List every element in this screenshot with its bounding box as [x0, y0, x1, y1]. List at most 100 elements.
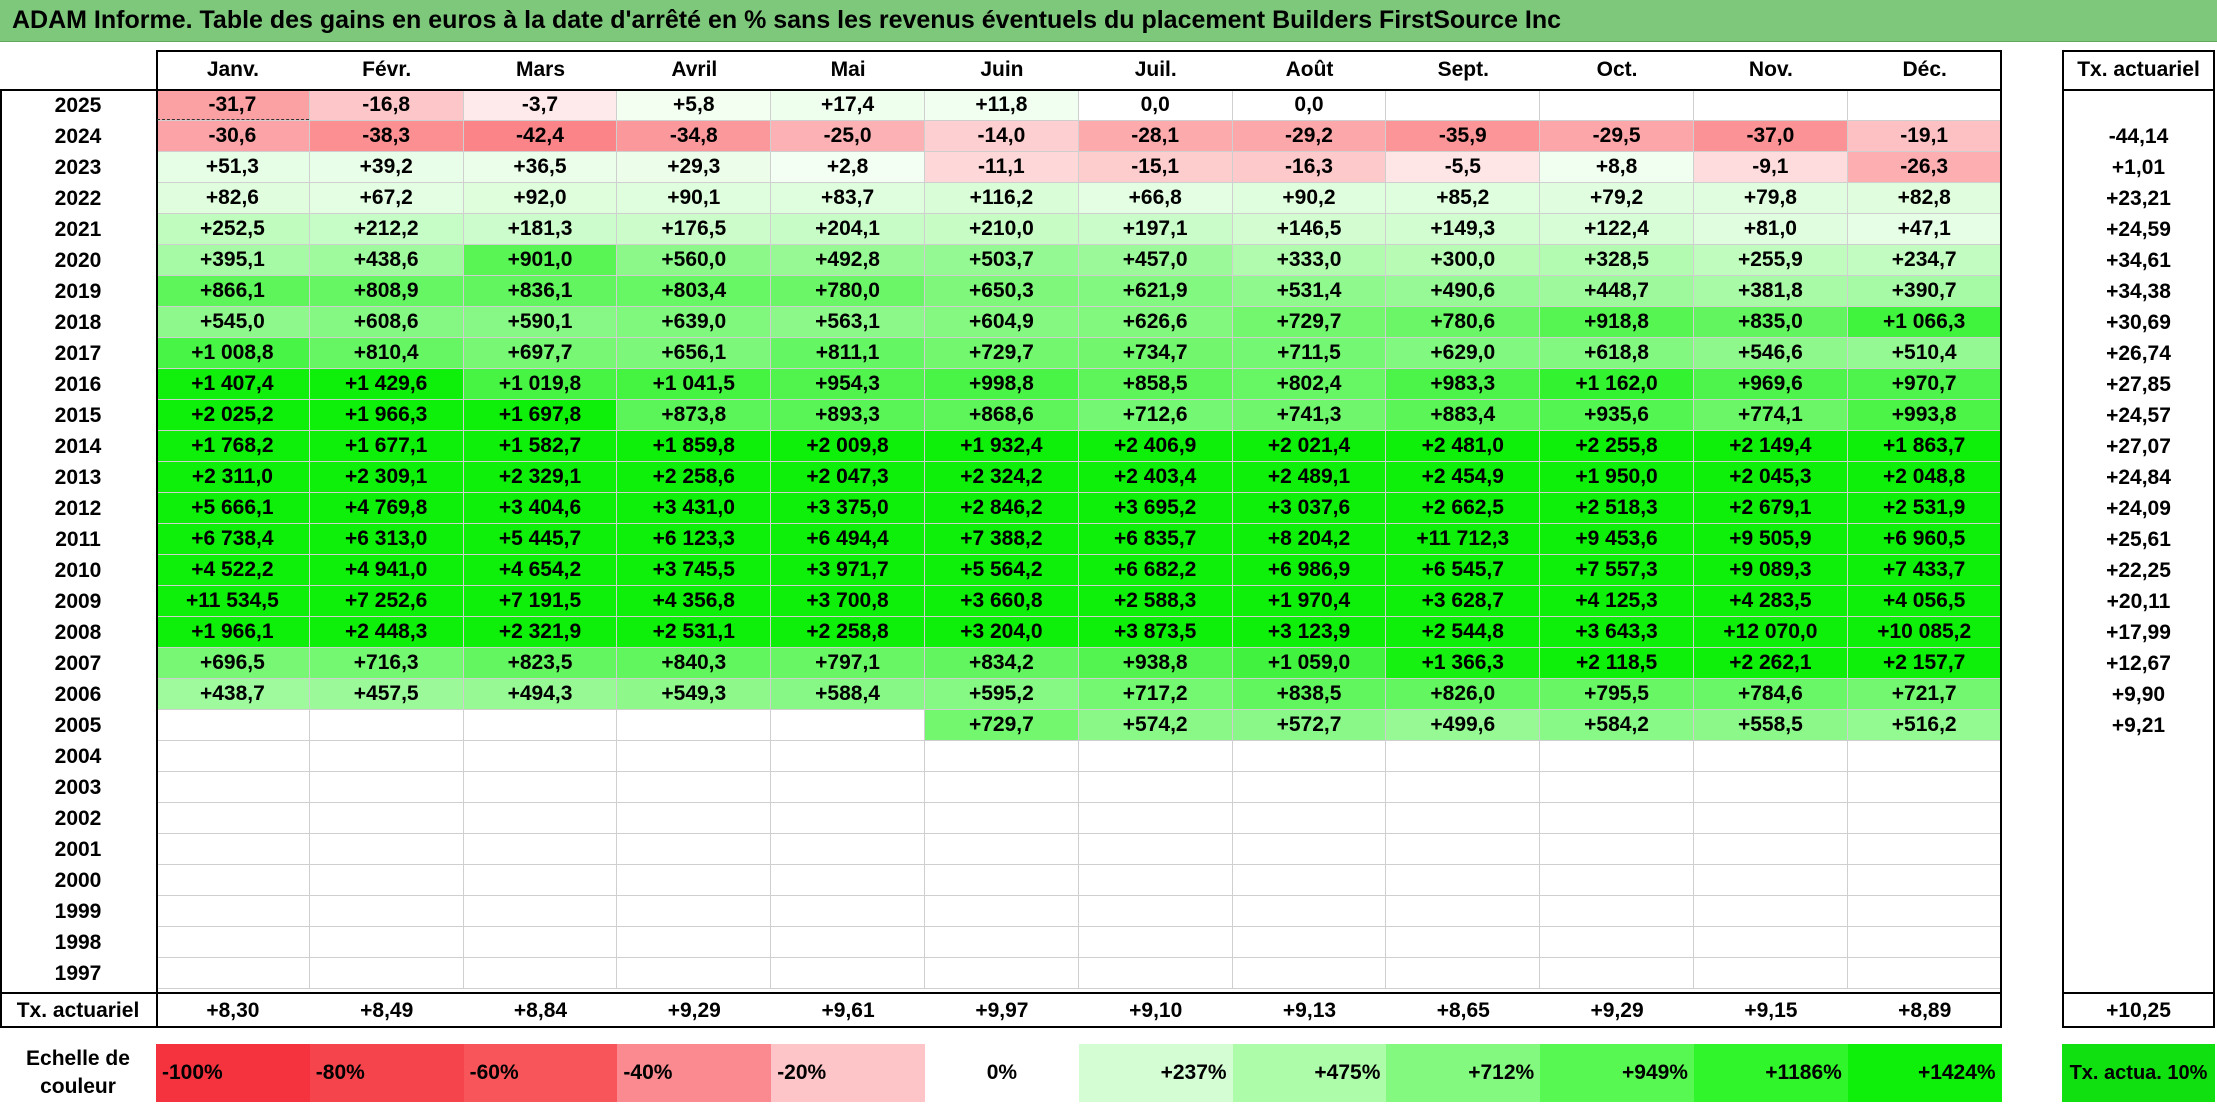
table-cell — [925, 896, 1079, 927]
table-cell — [1694, 772, 1848, 803]
table-cell: +2 544,8 — [1386, 617, 1541, 648]
table-cell: +4 056,5 — [1847, 586, 2002, 617]
table-cell: +531,4 — [1232, 276, 1387, 307]
row-rate-cell: +9,90 — [2062, 679, 2215, 710]
table-cell: +802,4 — [1232, 369, 1387, 400]
header-separator — [0, 89, 2002, 91]
row-rate-cell: +34,61 — [2062, 245, 2215, 276]
table-cell: +604,9 — [925, 307, 1079, 338]
year-label: 2022 — [54, 186, 102, 210]
table-cell: +795,5 — [1540, 679, 1694, 710]
table-cell: +81,0 — [1694, 214, 1848, 245]
table-cell — [156, 772, 310, 803]
year-label: 2008 — [54, 620, 102, 644]
table-cell — [617, 865, 772, 896]
table-cell: -15,1 — [1078, 152, 1233, 183]
table-cell: +17,4 — [771, 90, 925, 121]
table-cell — [309, 741, 464, 772]
table-cell — [771, 772, 925, 803]
table-cell: +721,7 — [1847, 679, 2002, 710]
table-cell: +629,0 — [1386, 338, 1541, 369]
month-rate-cell: +9,97 — [925, 994, 1079, 1028]
table-cell — [771, 710, 925, 741]
table-cell — [463, 834, 618, 865]
table-cell — [463, 710, 618, 741]
table-cell: +938,8 — [1078, 648, 1233, 679]
table-cell: +1 697,8 — [463, 400, 618, 431]
year-label: 2006 — [54, 682, 102, 706]
month-header-6: Juin — [925, 50, 1079, 89]
table-cell: +2 048,8 — [1847, 462, 2002, 493]
table-cell: +810,4 — [309, 338, 464, 369]
table-cell: +234,7 — [1847, 245, 2002, 276]
table-cell — [1847, 927, 2002, 958]
table-cell — [309, 865, 464, 896]
table-cell: +11,8 — [925, 90, 1079, 121]
table-cell: +983,3 — [1386, 369, 1541, 400]
table-cell: +6 738,4 — [156, 524, 310, 555]
table-cell — [1078, 896, 1233, 927]
table-cell: +3 971,7 — [771, 555, 925, 586]
color-scale-swatch: -80% — [309, 1044, 464, 1102]
table-cell — [156, 710, 310, 741]
table-cell: +2 321,9 — [463, 617, 618, 648]
year-label: 2001 — [54, 837, 102, 861]
month-header-2: Févr. — [309, 50, 464, 89]
table-cell: +47,1 — [1847, 214, 2002, 245]
table-cell: +4 654,2 — [463, 555, 618, 586]
table-cell — [925, 958, 1079, 989]
table-cell — [617, 834, 772, 865]
month-header-5: Mai — [771, 50, 925, 89]
table-cell: +492,8 — [771, 245, 925, 276]
table-cell: +457,0 — [1078, 245, 1233, 276]
table-cell: +333,0 — [1232, 245, 1387, 276]
year-label: 2020 — [54, 248, 102, 272]
year-label: 2007 — [54, 651, 102, 675]
row-rate-cell: +24,09 — [2062, 493, 2215, 524]
table-cell — [1386, 741, 1541, 772]
table-cell: +2 311,0 — [156, 462, 310, 493]
table-cell: +67,2 — [309, 183, 464, 214]
table-cell — [617, 803, 772, 834]
table-cell: +66,8 — [1078, 183, 1233, 214]
table-cell: +970,7 — [1847, 369, 2002, 400]
table-cell: +1 059,0 — [1232, 648, 1387, 679]
table-cell: +149,3 — [1386, 214, 1541, 245]
table-cell — [1540, 896, 1694, 927]
table-cell: +2 489,1 — [1232, 462, 1387, 493]
table-cell: +2 481,0 — [1386, 431, 1541, 462]
table-cell — [1078, 803, 1233, 834]
table-cell — [1232, 927, 1387, 958]
totals-row-label: Tx. actuariel — [16, 999, 140, 1022]
table-cell: +729,7 — [1232, 307, 1387, 338]
month-header-9: Sept. — [1386, 50, 1541, 89]
table-cell: +780,0 — [771, 276, 925, 307]
table-cell: +883,4 — [1386, 400, 1541, 431]
table-cell: +2 454,9 — [1386, 462, 1541, 493]
table-cell: +2 531,1 — [617, 617, 772, 648]
table-cell: +590,1 — [463, 307, 618, 338]
table-cell: +11 534,5 — [156, 586, 310, 617]
table-cell: +1 768,2 — [156, 431, 310, 462]
month-rate-cell: +8,49 — [309, 994, 464, 1028]
table-cell: +2 588,3 — [1078, 586, 1233, 617]
table-cell — [463, 958, 618, 989]
table-cell: -35,9 — [1386, 121, 1541, 152]
table-cell — [1847, 896, 2002, 927]
table-cell — [463, 865, 618, 896]
month-rate-cell: +8,89 — [1847, 994, 2002, 1028]
table-cell: +729,7 — [925, 710, 1079, 741]
table-cell: +210,0 — [925, 214, 1079, 245]
table-cell: -26,3 — [1847, 152, 2002, 183]
table-cell: +7 191,5 — [463, 586, 618, 617]
table-cell: 0,0 — [1078, 90, 1233, 121]
color-scale-swatch: +475% — [1232, 1044, 1387, 1102]
color-scale-swatch: +1424% — [1847, 1044, 2002, 1102]
table-cell — [771, 958, 925, 989]
table-cell — [1232, 834, 1387, 865]
table-cell: +560,0 — [617, 245, 772, 276]
month-rate-cell: +9,29 — [1540, 994, 1694, 1028]
table-cell — [1847, 958, 2002, 989]
table-cell: +2 258,8 — [771, 617, 925, 648]
table-cell: +490,6 — [1386, 276, 1541, 307]
